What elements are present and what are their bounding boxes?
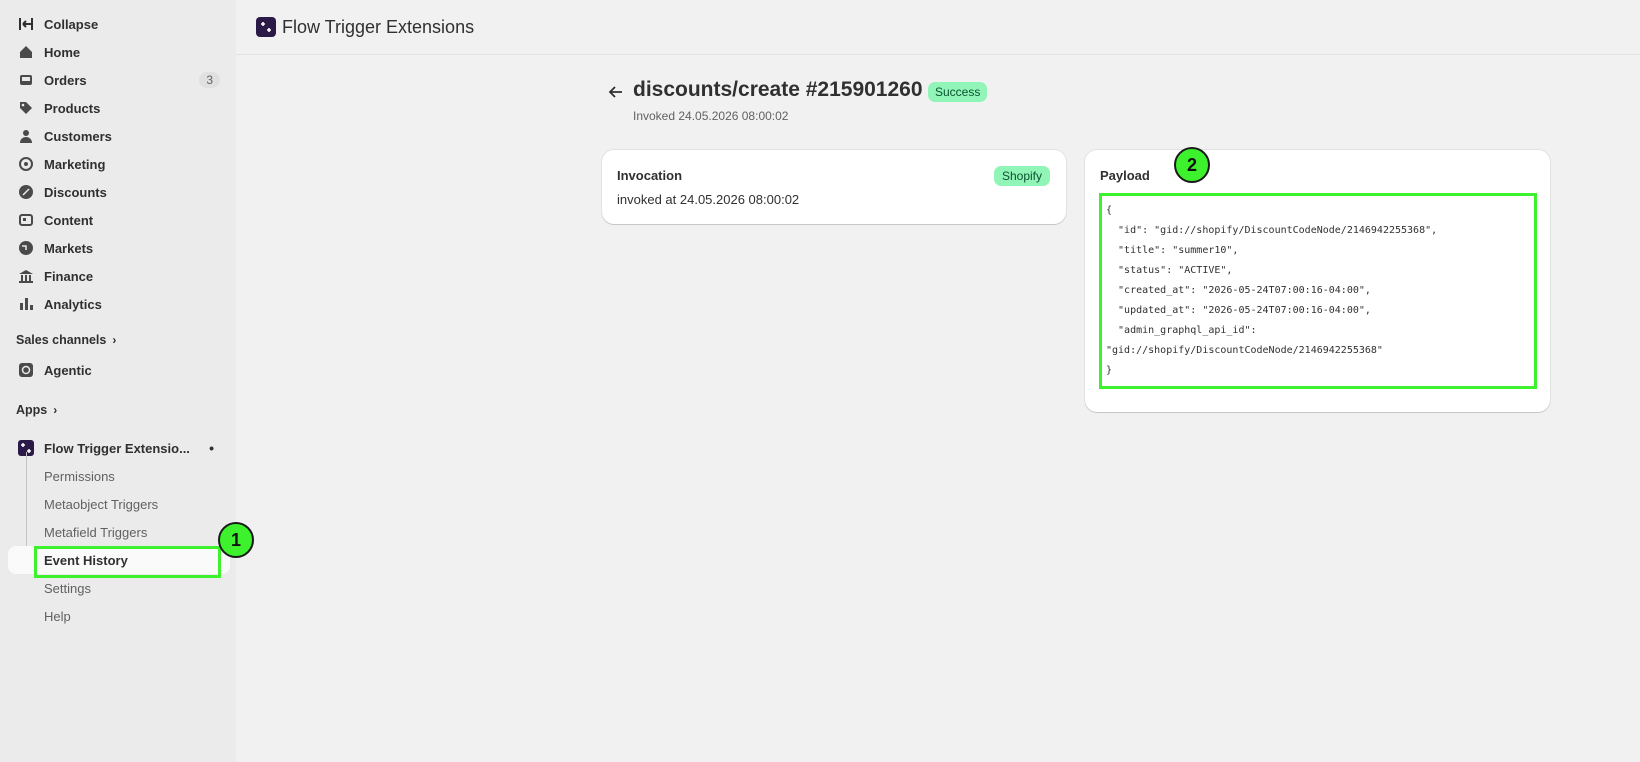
pin-dot-icon: • — [209, 440, 214, 456]
agentic-icon — [16, 360, 36, 380]
sidebar-item-analytics[interactable]: Analytics — [16, 291, 220, 317]
sidebar-item-orders[interactable]: Orders 3 — [16, 67, 220, 93]
annotation-marker-2: 2 — [1174, 147, 1210, 183]
app-title: Flow Trigger Extensions — [282, 16, 475, 37]
invocation-card: Invocation Shopify invoked at 24.05.2026… — [602, 150, 1066, 224]
sidebar-item-home[interactable]: Home — [16, 39, 220, 65]
chevron-right-icon: › — [53, 403, 58, 417]
person-icon — [16, 126, 36, 146]
sidebar-item-label: Discounts — [44, 184, 107, 200]
sales-channels-label: Sales channels — [16, 333, 107, 347]
sidebar-item-label: Content — [44, 212, 94, 228]
sidebar-subitem-help[interactable]: Help — [44, 603, 71, 629]
sidebar-item-label: Products — [44, 100, 101, 116]
sidebar-item-marketing[interactable]: Marketing — [16, 151, 220, 177]
orders-count-badge: 3 — [199, 72, 220, 88]
sidebar-item-discounts[interactable]: Discounts — [16, 179, 220, 205]
sidebar-item-flow-trigger-app[interactable]: Flow Trigger Extensio... • — [16, 435, 220, 461]
sidebar-subitem-metafield-triggers[interactable]: Metafield Triggers — [44, 519, 147, 545]
home-icon — [16, 42, 36, 62]
discount-icon — [16, 182, 36, 202]
annotation-marker-1: 1 — [218, 522, 254, 558]
sidebar-item-label: Finance — [44, 268, 94, 284]
bar-chart-icon — [16, 294, 36, 314]
sidebar-item-finance[interactable]: Finance — [16, 263, 220, 289]
sidebar-item-label: Home — [44, 44, 81, 60]
invocation-text: invoked at 24.05.2026 08:00:02 — [617, 192, 800, 207]
sidebar-item-content[interactable]: Content — [16, 207, 220, 233]
tag-icon — [16, 98, 36, 118]
sidebar-item-label: Agentic — [44, 362, 92, 378]
sidebar-item-label: Marketing — [44, 156, 106, 172]
sidebar-item-customers[interactable]: Customers — [16, 123, 220, 149]
sidebar-item-label: Analytics — [44, 296, 102, 312]
chevron-right-icon: › — [112, 333, 117, 347]
shopify-badge: Shopify — [993, 166, 1050, 186]
collapse-icon — [16, 14, 36, 34]
collapse-button[interactable]: Collapse — [16, 11, 220, 37]
back-arrow-icon[interactable] — [606, 82, 626, 102]
invocation-title: Invocation — [617, 168, 683, 183]
bank-icon — [16, 266, 36, 286]
apps-heading[interactable]: Apps › — [16, 403, 57, 417]
sidebar-item-label: Flow Trigger Extensio... — [44, 440, 190, 456]
app-logo-icon — [256, 17, 276, 37]
status-badge: Success — [928, 82, 988, 102]
payload-title: Payload — [1100, 168, 1150, 183]
sidebar-item-markets[interactable]: Markets — [16, 235, 220, 261]
globe-icon — [16, 238, 36, 258]
sidebar-item-label: Orders — [44, 72, 87, 88]
highlight-box-payload — [1099, 193, 1537, 389]
content-icon — [16, 210, 36, 230]
top-bar: Flow Trigger Extensions — [236, 0, 1640, 55]
sidebar-subitem-settings[interactable]: Settings — [44, 575, 91, 601]
sidebar-subitem-permissions[interactable]: Permissions — [44, 463, 115, 489]
page-title: discounts/create #215901260 — [633, 78, 923, 101]
sidebar-item-label: Customers — [44, 128, 112, 144]
inbox-icon — [16, 70, 36, 90]
sidebar-item-products[interactable]: Products — [16, 95, 220, 121]
sidebar: Collapse Home Orders 3 Products Customer… — [0, 0, 236, 762]
target-icon — [16, 154, 36, 174]
apps-label: Apps — [16, 403, 48, 417]
sidebar-item-label: Markets — [44, 240, 94, 256]
highlight-box-event-history — [34, 546, 221, 578]
page-subtitle: Invoked 24.05.2026 08:00:02 — [633, 109, 789, 123]
sidebar-item-agentic[interactable]: Agentic — [16, 357, 220, 383]
sales-channels-heading[interactable]: Sales channels › — [16, 333, 116, 347]
collapse-label: Collapse — [44, 16, 99, 32]
sidebar-subitem-metaobject-triggers[interactable]: Metaobject Triggers — [44, 491, 158, 517]
